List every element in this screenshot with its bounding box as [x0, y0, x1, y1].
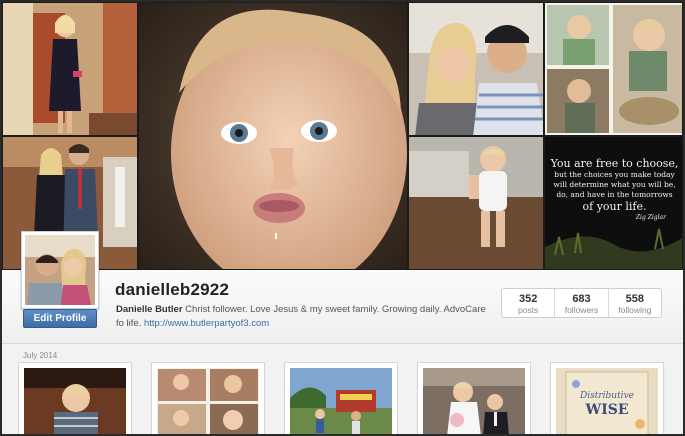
profile-avatar[interactable] — [21, 231, 99, 309]
mosaic-quote-tile[interactable]: You are free to choose, but the choices … — [544, 136, 683, 270]
photo-mosaic: You are free to choose, but the choices … — [2, 2, 683, 270]
book-subtitle: Distributive — [579, 391, 634, 401]
mosaic-photo-baby-closeup[interactable] — [138, 2, 408, 270]
mosaic-photo-toddler-collage[interactable] — [544, 2, 683, 136]
profile-website-link[interactable]: http://www.butlerpartyof3.com — [144, 318, 269, 329]
stat-following[interactable]: 558 following — [609, 289, 661, 317]
quote-line-2: but the choices you make today — [554, 170, 675, 179]
edit-profile-button[interactable]: Edit Profile — [23, 309, 97, 328]
stat-posts[interactable]: 352 posts — [502, 289, 556, 317]
quote-author: Zig Ziglar — [635, 214, 666, 221]
feed-thumb-2[interactable] — [151, 362, 265, 434]
quote-line-1: You are free to choose, — [550, 157, 679, 170]
mosaic-photo-couple-selfie[interactable] — [408, 2, 544, 136]
feed-thumb-3[interactable] — [284, 362, 398, 434]
profile-full-name: Danielle Butler — [116, 304, 183, 315]
feed-month-label: July 2014 — [23, 351, 58, 360]
instagram-profile-page: You are free to choose, but the choices … — [0, 0, 685, 436]
feed-thumb-5[interactable]: Distributive WISE — [550, 362, 664, 434]
quote-line-5: of your life. — [582, 200, 647, 213]
quote-line-3: will determine what you will be, — [553, 180, 676, 189]
stat-followers[interactable]: 683 followers — [555, 289, 609, 317]
profile-username: danielleb2922 — [115, 280, 230, 299]
quote-line-4: do, and have in the tomorrows — [556, 190, 673, 199]
stat-following-label: following — [618, 305, 652, 315]
stat-followers-label: followers — [564, 305, 599, 315]
mosaic-photo-woman-dress[interactable] — [2, 2, 138, 136]
stat-posts-label: posts — [518, 305, 539, 315]
feed-thumb-1[interactable] — [18, 362, 132, 434]
mosaic-photo-toddler-standing[interactable] — [408, 136, 544, 270]
book-title: WISE — [584, 402, 628, 418]
stat-followers-value: 683 — [572, 293, 591, 305]
stat-posts-value: 352 — [518, 293, 538, 305]
profile-bio: Danielle Butler Christ follower. Love Je… — [116, 303, 486, 331]
stat-following-value: 558 — [625, 293, 644, 305]
feed-thumb-4[interactable] — [417, 362, 531, 434]
photo-feed: July 2014 Distributive WISE — [2, 344, 683, 434]
profile-stats: 352 posts 683 followers 558 following — [501, 288, 662, 318]
